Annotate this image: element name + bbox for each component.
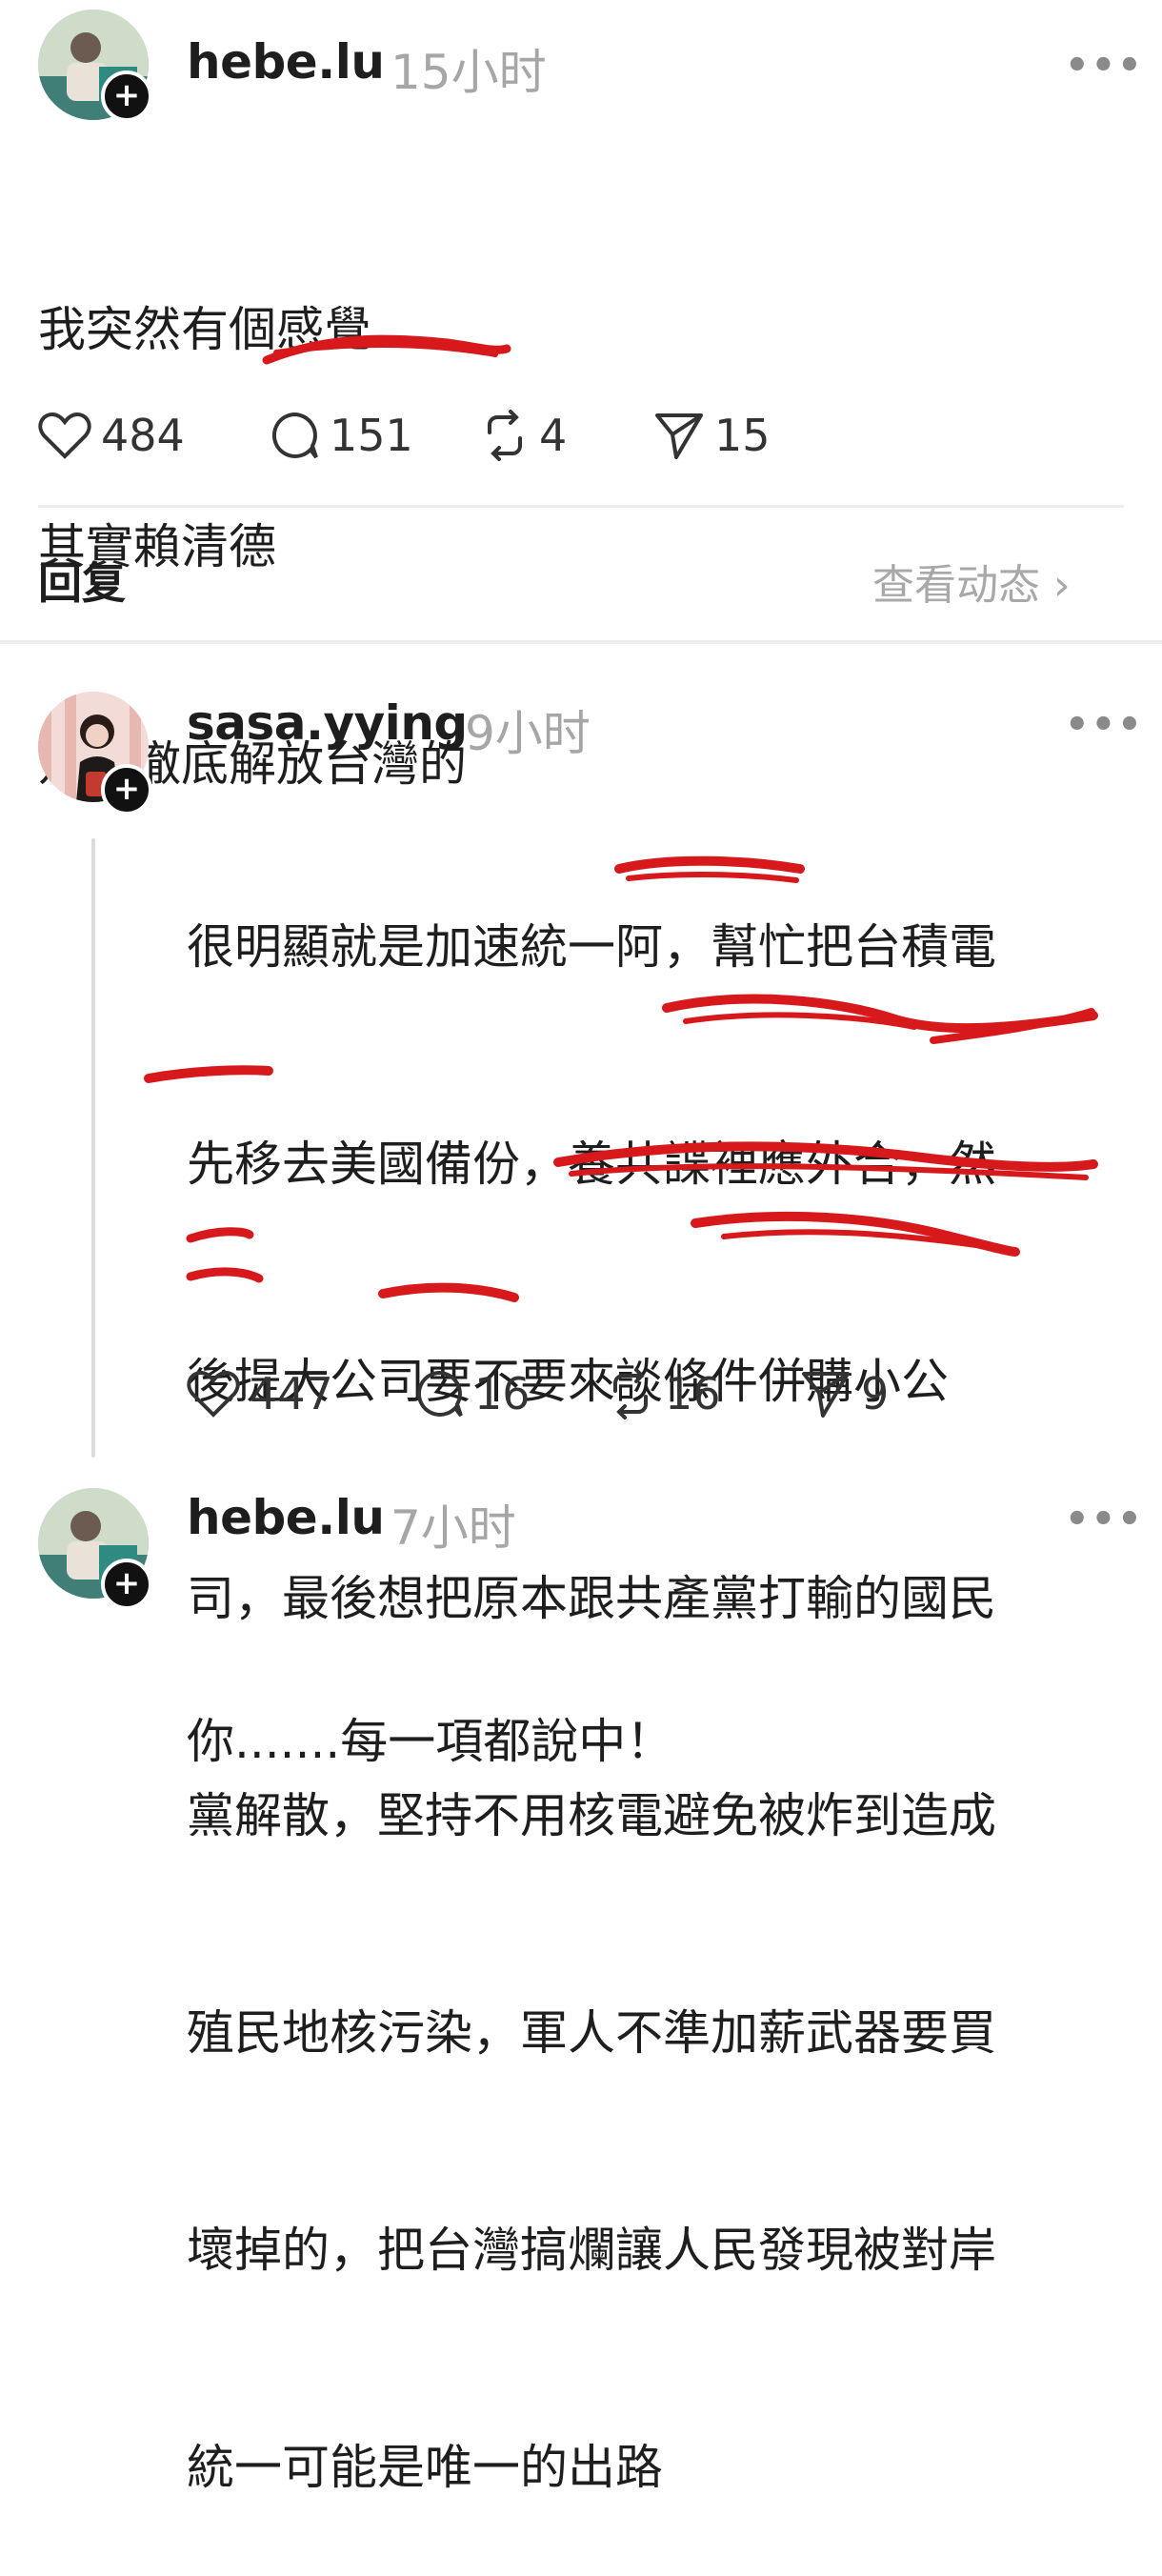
repost-count: 4 <box>539 410 568 461</box>
redaction-scribble <box>262 334 511 365</box>
like-button[interactable]: 447 <box>187 1368 333 1419</box>
comment-time: 9小时 <box>465 706 591 761</box>
comment-time: 7小时 <box>391 1500 516 1556</box>
username[interactable]: hebe.lu <box>187 1490 385 1545</box>
comment-button[interactable]: 151 <box>269 410 413 461</box>
more-options-icon[interactable]: ••• <box>1065 44 1144 88</box>
heart-icon <box>38 412 91 459</box>
share-count: 15 <box>714 410 771 461</box>
share-button[interactable]: 9 <box>800 1368 889 1419</box>
comment-line: 很明顯就是加速統一阿，幫忙把台積電 <box>187 919 996 975</box>
reply-tab[interactable]: 回复 <box>38 549 126 612</box>
send-icon <box>802 1372 850 1418</box>
comment-count: 16 <box>474 1368 531 1419</box>
comment-button[interactable]: 16 <box>413 1368 531 1419</box>
follow-plus-icon[interactable]: + <box>101 70 152 122</box>
comment-count: 151 <box>330 410 413 461</box>
more-options-icon[interactable]: ••• <box>1065 1498 1144 1541</box>
follow-plus-icon[interactable]: + <box>101 764 152 815</box>
repost-button[interactable]: 16 <box>606 1368 721 1419</box>
repost-count: 16 <box>665 1368 721 1419</box>
comment-icon <box>416 1370 463 1418</box>
comment-text: 你.......每一項都說中！ <box>187 1560 673 1850</box>
view-activity-link[interactable]: 查看动态 › <box>872 551 1071 612</box>
username[interactable]: sasa.yying <box>187 695 468 751</box>
like-button[interactable]: 484 <box>38 410 185 461</box>
comment-icon <box>271 412 318 459</box>
comment-line: 先移去美國備份，養共諜裡應外合，然 <box>187 1137 996 1192</box>
send-icon <box>655 413 703 459</box>
comment-line: 壞掉的，把台灣搞爛讓人民發現被對岸 <box>187 2223 996 2278</box>
share-button[interactable]: 15 <box>653 410 771 461</box>
like-count: 447 <box>250 1368 333 1419</box>
heart-icon <box>187 1370 240 1418</box>
more-options-icon[interactable]: ••• <box>1065 703 1144 747</box>
thread-line <box>91 838 95 1458</box>
repost-icon <box>488 410 522 461</box>
repost-icon <box>613 1368 648 1419</box>
comment-line: 統一可能是唯一的出路 <box>187 2440 663 2495</box>
share-count: 9 <box>861 1368 890 1419</box>
like-count: 484 <box>101 410 185 461</box>
section-divider <box>0 640 1162 644</box>
follow-plus-icon[interactable]: + <box>101 1559 152 1610</box>
divider <box>38 505 1124 508</box>
comment-line: 殖民地核污染，軍人不準加薪武器要買 <box>187 2005 996 2061</box>
username[interactable]: hebe.lu <box>187 34 385 90</box>
post-time: 15小时 <box>391 45 547 100</box>
repost-button[interactable]: 4 <box>480 410 567 461</box>
comment-line: 你.......每一項都說中！ <box>187 1714 674 1769</box>
